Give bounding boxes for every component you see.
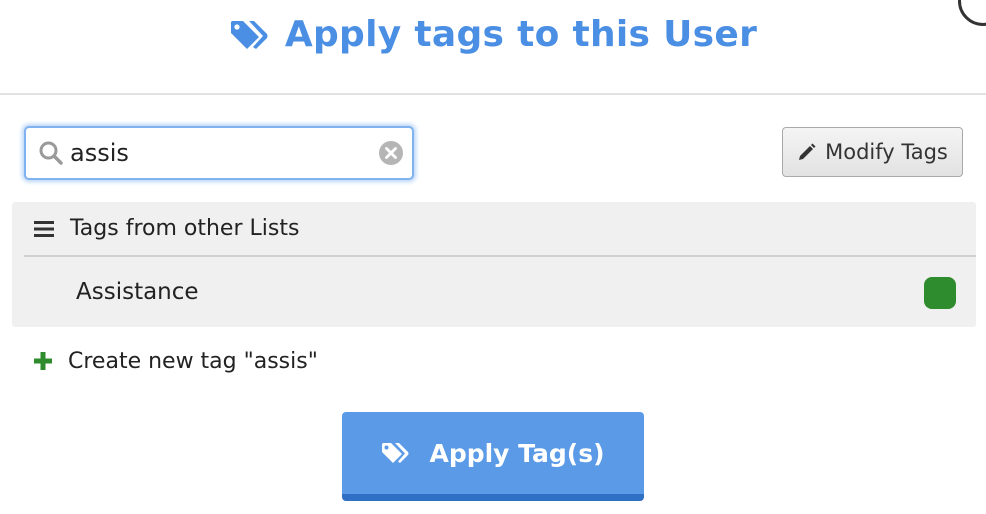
apply-tags-label: Apply Tag(s) [429,438,605,468]
search-input[interactable] [70,136,370,170]
create-new-tag-label: Create new tag "assis" [68,348,318,374]
tag-item-assistance[interactable]: Assistance [12,259,976,325]
tag-color-swatch [924,277,956,309]
tags-icon [382,443,409,463]
plus-icon [34,352,52,370]
apply-tags-button[interactable]: Apply Tag(s) [342,412,644,501]
tag-label: Assistance [76,279,199,305]
dialog-title-text: Apply tags to this User [284,14,758,55]
clear-icon[interactable] [378,140,404,166]
dialog-title: Apply tags to this User [0,14,986,55]
search-icon [39,141,63,165]
list-icon [34,220,54,237]
pencil-icon [799,143,816,160]
tag-group-header: Tags from other Lists [24,202,976,257]
modify-tags-button[interactable]: Modify Tags [782,127,963,177]
create-new-tag[interactable]: Create new tag "assis" [34,346,318,376]
tag-list-panel: Tags from other Lists Assistance [12,202,976,327]
modify-tags-label: Modify Tags [825,140,948,164]
apply-tags-dialog: Apply tags to this User Modify Tags [0,0,986,514]
tags-icon [230,20,268,49]
tag-group-label: Tags from other Lists [70,216,300,241]
dialog-header: Apply tags to this User [0,0,986,95]
search-field[interactable] [24,126,414,180]
